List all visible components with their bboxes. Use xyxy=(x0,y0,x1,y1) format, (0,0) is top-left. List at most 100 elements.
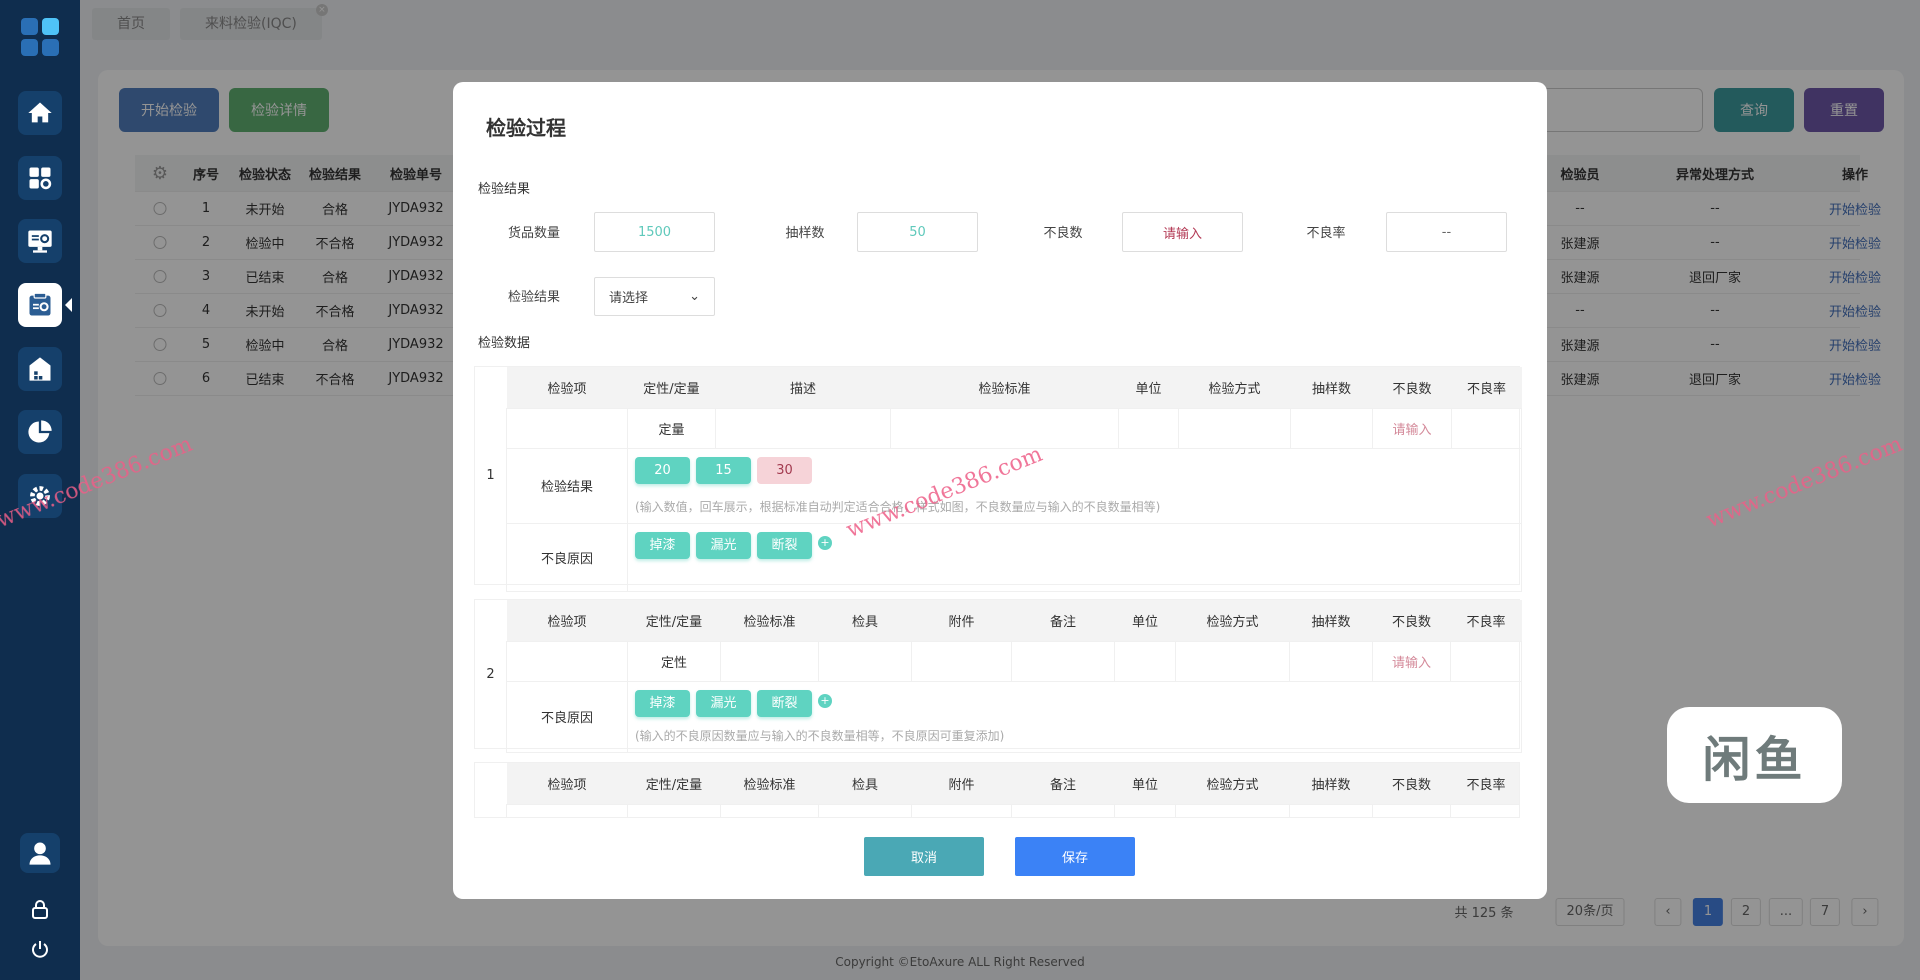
tab-iqc[interactable]: 来料检验(IQC) × xyxy=(180,4,328,40)
home-icon[interactable] xyxy=(18,91,62,135)
page-1[interactable]: 1 xyxy=(1692,898,1724,926)
xianyu-logo-watermark: 闲鱼 xyxy=(1667,707,1842,803)
cancel-button[interactable]: 取消 xyxy=(864,837,984,876)
cell-inspector: -- xyxy=(1575,201,1585,216)
close-icon[interactable]: × xyxy=(315,4,328,16)
section-data-title: 检验数据 xyxy=(478,336,531,351)
result-label: 检验结果 xyxy=(507,290,561,305)
dialog-title: 检验过程 xyxy=(486,116,566,140)
col-handling: 异常处理方式 xyxy=(1675,167,1755,183)
col-type: 定性/定量 xyxy=(627,367,716,408)
monitor-settings-icon[interactable] xyxy=(18,219,62,263)
item-table: 检验项 定性/定量 描述 检验标准 单位 检验方式 抽样数 不良数 不良率 定量… xyxy=(506,367,1522,592)
user-icon[interactable] xyxy=(20,833,60,873)
reason-chip[interactable]: 漏光 xyxy=(696,689,751,717)
col-type: 定性/定量 xyxy=(627,600,721,641)
col-seq: 序号 xyxy=(192,167,220,183)
cell-code: JYDA932 xyxy=(388,235,444,250)
qty-input[interactable]: 1500 xyxy=(594,212,715,252)
cell-action[interactable]: 开始检验 xyxy=(1829,226,1881,259)
col-sample: 抽样数 xyxy=(1290,367,1373,408)
col-tool: 检具 xyxy=(818,763,912,804)
reset-button[interactable]: 重置 xyxy=(1804,88,1884,132)
apps-settings-icon[interactable] xyxy=(18,156,62,200)
cell-status: 已结束 xyxy=(245,271,285,286)
row-radio[interactable] xyxy=(153,260,167,293)
cell-action[interactable]: 开始检验 xyxy=(1829,260,1881,293)
col-type: 定性/定量 xyxy=(627,763,721,804)
cell-seq: 2 xyxy=(201,235,211,250)
cell-handling: 退回厂家 xyxy=(1688,271,1742,286)
row-radio[interactable] xyxy=(153,362,167,395)
page-tabs: 首页 来料检验(IQC) × xyxy=(80,0,1920,49)
item-table: 检验项 定性/定量 检验标准 检具 附件 备注 单位 检验方式 抽样数 不良数 … xyxy=(506,763,1519,817)
cell-action[interactable]: 开始检验 xyxy=(1829,192,1881,225)
row-radio[interactable] xyxy=(153,294,167,327)
col-unit: 单位 xyxy=(1114,600,1176,641)
cell-action[interactable]: 开始检验 xyxy=(1829,294,1881,327)
next-page-button[interactable]: › xyxy=(1851,898,1879,926)
col-inspector: 检验员 xyxy=(1560,167,1600,183)
row-radio[interactable] xyxy=(153,192,167,225)
query-button[interactable]: 查询 xyxy=(1714,88,1794,132)
result-select[interactable]: 请选择 ⌄ xyxy=(594,277,715,316)
col-attachment: 附件 xyxy=(911,763,1012,804)
cell-handling: -- xyxy=(1710,235,1720,250)
col-result: 检验结果 xyxy=(308,167,362,183)
inspection-detail-button[interactable]: 检验详情 xyxy=(229,88,329,132)
type-cell: 定性 xyxy=(627,640,721,682)
warehouse-icon[interactable] xyxy=(18,347,62,391)
reason-chip[interactable]: 断裂 xyxy=(757,531,812,559)
col-status: 检验状态 xyxy=(238,167,292,183)
col-tool: 检具 xyxy=(818,600,912,641)
page-size-select[interactable]: 20条/页 xyxy=(1555,898,1625,926)
lock-icon[interactable] xyxy=(20,898,60,920)
tab-label: 来料检验(IQC) xyxy=(205,16,297,32)
cell-status: 检验中 xyxy=(245,339,285,354)
reason-chip[interactable]: 掉漆 xyxy=(635,531,690,559)
add-icon[interactable]: + xyxy=(818,535,832,550)
cell-handling: -- xyxy=(1710,201,1720,216)
reason-chip[interactable]: 掉漆 xyxy=(635,689,690,717)
col-standard: 检验标准 xyxy=(720,600,819,641)
row-radio[interactable] xyxy=(153,226,167,259)
start-inspection-button[interactable]: 开始检验 xyxy=(119,88,219,132)
defect-input[interactable]: 请输入 xyxy=(1122,212,1243,252)
power-icon[interactable] xyxy=(20,938,60,960)
cell-status: 检验中 xyxy=(245,237,285,252)
row-radio[interactable] xyxy=(153,328,167,361)
page-7[interactable]: 7 xyxy=(1809,898,1841,926)
value-chip[interactable]: 15 xyxy=(696,456,751,484)
col-desc: 描述 xyxy=(715,367,891,408)
save-button[interactable]: 保存 xyxy=(1015,837,1135,876)
col-unit: 单位 xyxy=(1114,763,1176,804)
defect-input[interactable]: 请输入 xyxy=(1372,640,1451,682)
value-chip-fail[interactable]: 30 xyxy=(757,456,812,484)
cell-code: JYDA932 xyxy=(388,337,444,352)
cell-code: JYDA932 xyxy=(388,303,444,318)
tab-home[interactable]: 首页 xyxy=(92,8,170,40)
gear-icon[interactable]: ⚙ xyxy=(152,155,168,191)
value-chip[interactable]: 20 xyxy=(635,456,690,484)
cell-action[interactable]: 开始检验 xyxy=(1829,328,1881,361)
reason-chip[interactable]: 漏光 xyxy=(696,531,751,559)
cell-action[interactable]: 开始检验 xyxy=(1829,362,1881,395)
cell-code: JYDA932 xyxy=(388,371,444,386)
reason-chip[interactable]: 断裂 xyxy=(757,689,812,717)
add-icon[interactable]: + xyxy=(818,693,832,708)
cell-inspector: 张建源 xyxy=(1560,339,1600,354)
cell-result: 不合格 xyxy=(315,373,355,388)
prev-page-button[interactable]: ‹ xyxy=(1654,898,1682,926)
sample-input[interactable]: 50 xyxy=(857,212,978,252)
clipboard-settings-icon[interactable] xyxy=(18,283,72,327)
cell-inspector: 张建源 xyxy=(1560,271,1600,286)
cell-seq: 3 xyxy=(201,269,211,284)
section-result-title: 检验结果 xyxy=(478,182,531,197)
pie-chart-icon[interactable] xyxy=(18,410,62,454)
page-2[interactable]: 2 xyxy=(1730,898,1762,926)
page-ellipsis[interactable]: ... xyxy=(1768,898,1804,926)
defect-input[interactable]: 请输入 xyxy=(1372,407,1452,449)
reason-tags: 掉漆 漏光 断裂 + xyxy=(627,522,1522,592)
reason-tags: 掉漆 漏光 断裂 + (输入的不良原因数量应与输入的不良数量相等，不良原因可重复添加) xyxy=(627,680,1522,753)
qty-label: 货品数量 xyxy=(507,226,561,241)
